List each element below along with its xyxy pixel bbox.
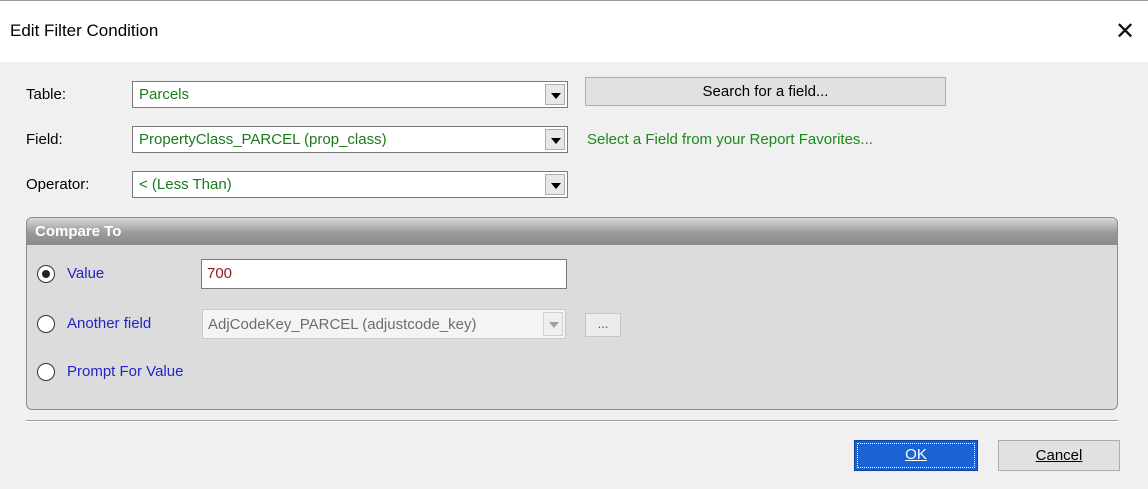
prompt-radio-label[interactable]: Prompt For Value: [67, 363, 183, 380]
search-field-button-label: Search for a field...: [702, 83, 829, 100]
field-label: Field:: [26, 131, 63, 148]
table-dropdown[interactable]: Parcels: [132, 81, 568, 108]
dialog-title: Edit Filter Condition: [10, 21, 159, 40]
value-input[interactable]: 700: [201, 259, 567, 289]
operator-dropdown[interactable]: < (Less Than): [132, 171, 568, 198]
operator-label: Operator:: [26, 176, 90, 193]
report-favorites-link[interactable]: Select a Field from your Report Favorite…: [587, 131, 873, 148]
table-dropdown-value: Parcels: [139, 86, 190, 103]
value-input-text: 700: [207, 265, 233, 282]
operator-dropdown-value: < (Less Than): [139, 176, 232, 193]
field-dropdown-value: PropertyClass_PARCEL (prop_class): [139, 131, 387, 148]
another-field-radio[interactable]: [37, 315, 55, 333]
prompt-radio[interactable]: [37, 363, 55, 381]
cancel-button-label: Cancel: [1035, 447, 1083, 464]
chevron-down-icon[interactable]: [545, 174, 565, 195]
chevron-down-icon[interactable]: [543, 312, 563, 336]
another-field-radio-label[interactable]: Another field: [67, 315, 151, 332]
value-radio-label[interactable]: Value: [67, 265, 104, 282]
title-bar: Edit Filter Condition ✕: [0, 0, 1148, 62]
compare-to-header: Compare To: [27, 218, 1117, 245]
compare-to-group: Compare To Value 700 Another field AdjCo…: [26, 217, 1118, 410]
chevron-down-icon[interactable]: [545, 129, 565, 150]
another-field-dropdown[interactable]: AdjCodeKey_PARCEL (adjustcode_key): [202, 309, 566, 339]
field-dropdown[interactable]: PropertyClass_PARCEL (prop_class): [132, 126, 568, 153]
table-label: Table:: [26, 86, 67, 103]
close-icon[interactable]: ✕: [1102, 1, 1148, 63]
value-radio[interactable]: [37, 265, 55, 283]
divider: [26, 420, 1118, 422]
search-field-button[interactable]: Search for a field...: [585, 77, 946, 106]
cancel-button[interactable]: Cancel: [998, 440, 1120, 471]
browse-field-button[interactable]: ...: [585, 313, 621, 337]
ok-button-label: OK: [905, 446, 927, 463]
dialog-body: Table: Parcels Search for a field... Fie…: [0, 62, 1148, 489]
another-field-dropdown-value: AdjCodeKey_PARCEL (adjustcode_key): [208, 316, 477, 333]
compare-to-title: Compare To: [35, 223, 122, 240]
chevron-down-icon[interactable]: [545, 84, 565, 105]
ok-button[interactable]: OK: [854, 440, 978, 471]
